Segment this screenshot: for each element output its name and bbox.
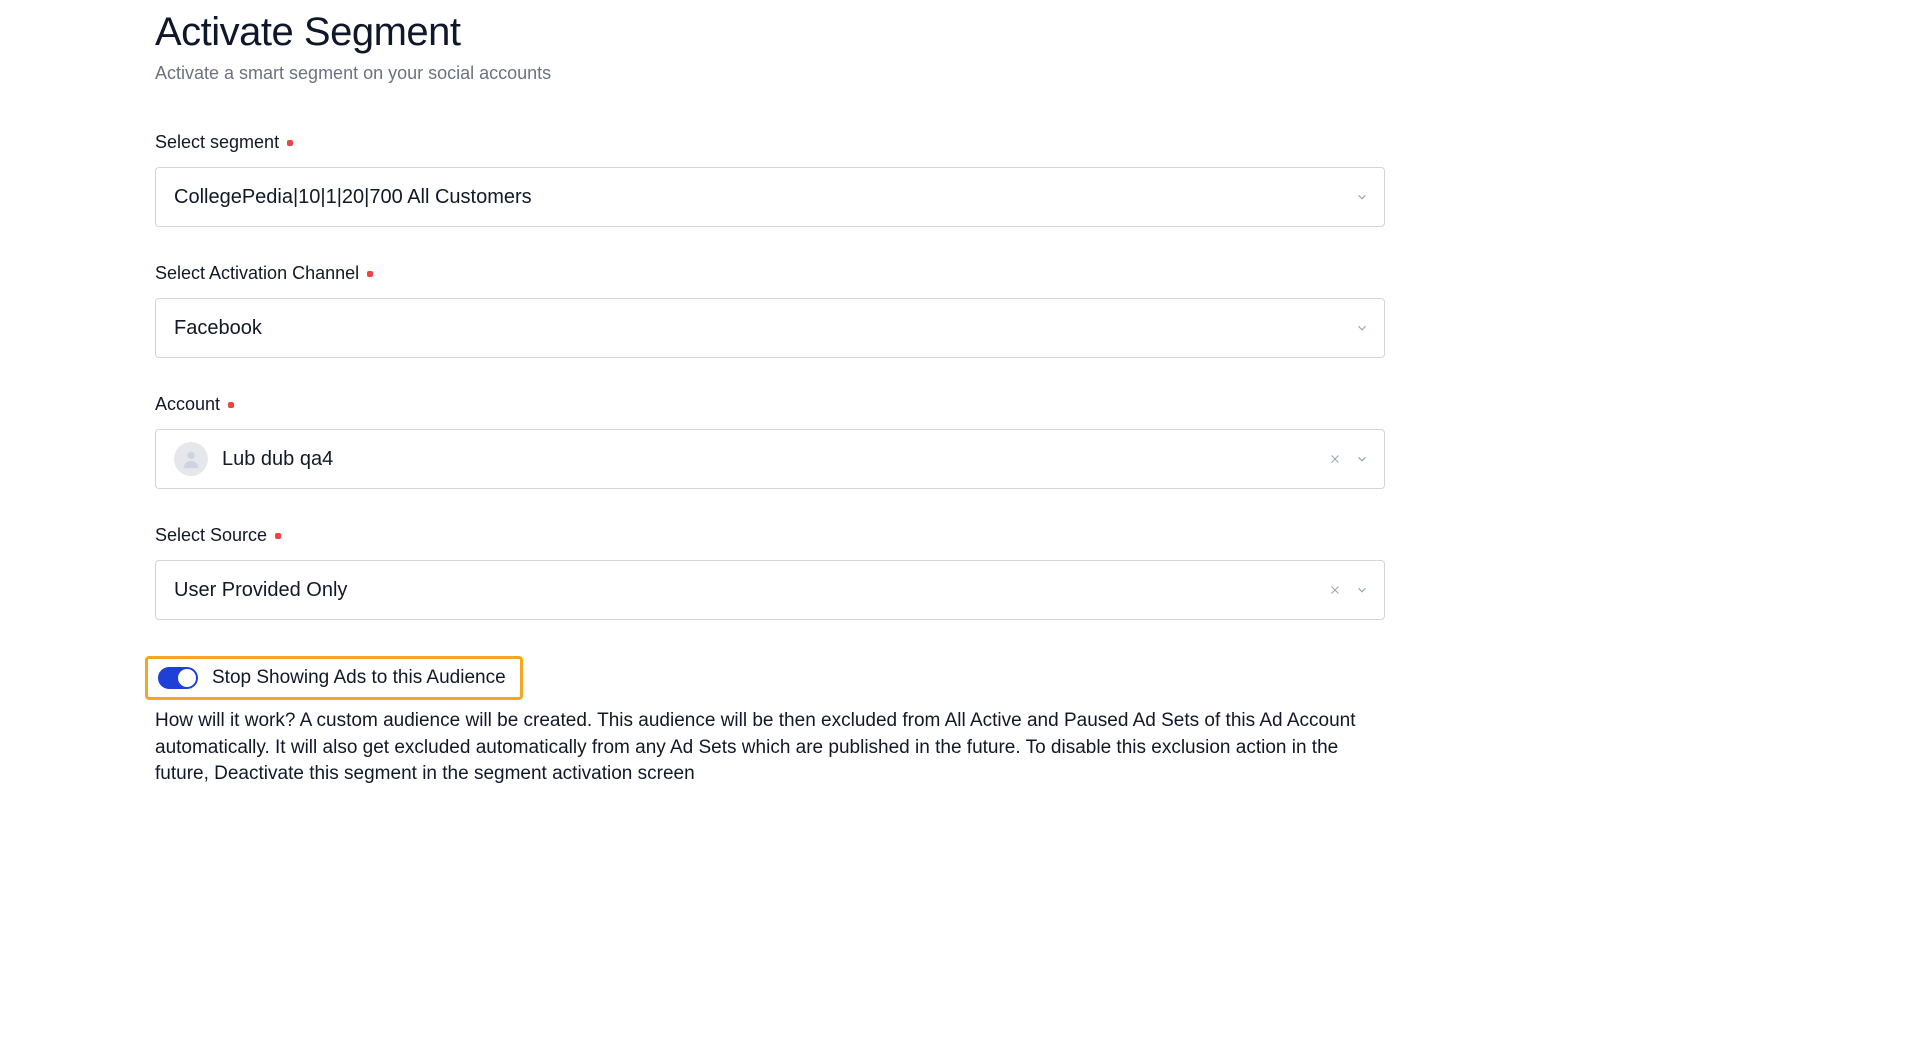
- field-account: Account Lub dub qa4: [155, 394, 1385, 489]
- toggle-knob: [178, 669, 196, 687]
- required-indicator: [367, 271, 373, 277]
- field-account-label: Account: [155, 394, 1385, 415]
- stop-ads-toggle-label: Stop Showing Ads to this Audience: [212, 667, 506, 689]
- clear-icon[interactable]: [1328, 452, 1342, 466]
- field-source: Select Source User Provided Only: [155, 525, 1385, 620]
- description-text: How will it work? A custom audience will…: [155, 708, 1385, 788]
- account-label-text: Account: [155, 394, 220, 415]
- stop-ads-toggle-row: Stop Showing Ads to this Audience: [145, 656, 523, 700]
- field-channel: Select Activation Channel Facebook: [155, 263, 1385, 358]
- chevron-down-icon: [1354, 189, 1370, 205]
- chevron-down-icon: [1354, 582, 1370, 598]
- field-segment-label: Select segment: [155, 132, 1385, 153]
- account-select[interactable]: Lub dub qa4: [155, 429, 1385, 489]
- required-indicator: [275, 533, 281, 539]
- segment-label-text: Select segment: [155, 132, 279, 153]
- avatar-icon: [174, 442, 208, 476]
- account-select-value-wrap: Lub dub qa4: [174, 442, 1336, 476]
- segment-select-value: CollegePedia|10|1|20|700 All Customers: [174, 186, 1336, 209]
- chevron-down-icon: [1354, 451, 1370, 467]
- chevron-down-icon: [1354, 320, 1370, 336]
- account-select-value: Lub dub qa4: [222, 448, 333, 471]
- channel-select-value: Facebook: [174, 317, 1336, 340]
- channel-select[interactable]: Facebook: [155, 298, 1385, 358]
- field-channel-label: Select Activation Channel: [155, 263, 1385, 284]
- source-select[interactable]: User Provided Only: [155, 560, 1385, 620]
- required-indicator: [228, 402, 234, 408]
- field-source-label: Select Source: [155, 525, 1385, 546]
- page-title: Activate Segment: [155, 10, 1385, 55]
- field-segment: Select segment CollegePedia|10|1|20|700 …: [155, 132, 1385, 227]
- clear-icon[interactable]: [1328, 583, 1342, 597]
- required-indicator: [287, 140, 293, 146]
- page-subtitle: Activate a smart segment on your social …: [155, 63, 1385, 84]
- stop-ads-toggle[interactable]: [158, 667, 198, 689]
- source-select-value: User Provided Only: [174, 579, 1336, 602]
- source-label-text: Select Source: [155, 525, 267, 546]
- segment-select[interactable]: CollegePedia|10|1|20|700 All Customers: [155, 167, 1385, 227]
- channel-label-text: Select Activation Channel: [155, 263, 359, 284]
